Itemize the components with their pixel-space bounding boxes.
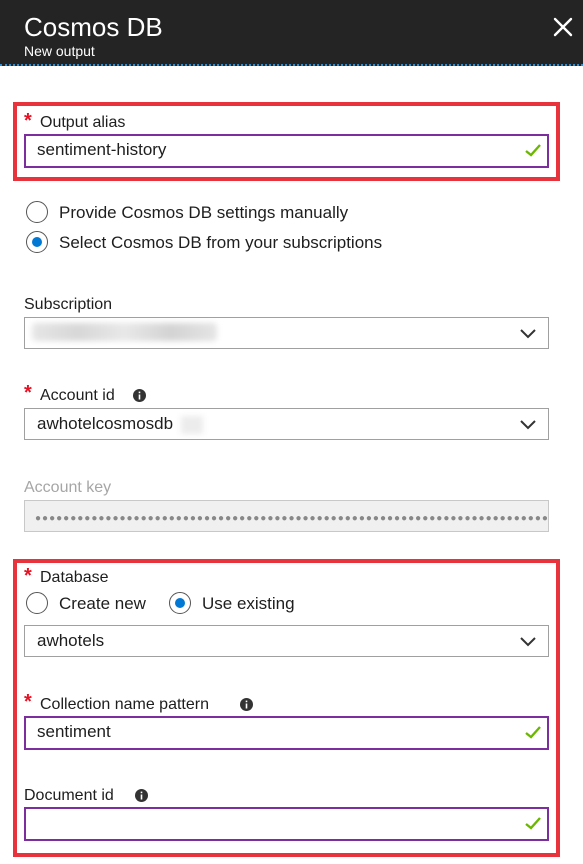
radio-select-from-subscriptions-label[interactable]: Select Cosmos DB from your subscriptions bbox=[59, 233, 382, 253]
required-marker: * bbox=[24, 382, 32, 404]
radio-use-existing-label[interactable]: Use existing bbox=[202, 594, 295, 614]
account-id-value: awhotelcosmosdb bbox=[37, 414, 174, 433]
account-key-value: ●●●●●●●●●●●●●●●●●●●●●●●●●●●●●●●●●●●●●●●●… bbox=[35, 513, 549, 524]
checkmark-icon bbox=[525, 817, 541, 830]
required-marker: * bbox=[24, 110, 32, 132]
output-alias-label: Output alias bbox=[40, 114, 126, 131]
collection-name-pattern-value: sentiment bbox=[37, 722, 111, 741]
chevron-down-icon bbox=[520, 329, 536, 339]
redacted-subscription bbox=[32, 323, 217, 341]
account-key-input: ●●●●●●●●●●●●●●●●●●●●●●●●●●●●●●●●●●●●●●●●… bbox=[24, 500, 549, 532]
chevron-down-icon bbox=[520, 420, 536, 430]
database-value: awhotels bbox=[37, 631, 105, 650]
required-marker: * bbox=[24, 691, 32, 713]
radio-provide-manually[interactable] bbox=[26, 201, 48, 223]
radio-provide-manually-label[interactable]: Provide Cosmos DB settings manually bbox=[59, 203, 348, 223]
chevron-down-icon bbox=[520, 637, 536, 647]
blade-subtitle: New output bbox=[24, 43, 95, 59]
header-divider bbox=[0, 64, 583, 66]
radio-create-new-label[interactable]: Create new bbox=[59, 594, 146, 614]
document-id-input[interactable] bbox=[24, 807, 549, 841]
checkmark-icon bbox=[525, 144, 541, 157]
output-alias-value: sentiment-history bbox=[37, 140, 167, 159]
radio-select-from-subscriptions[interactable] bbox=[26, 231, 48, 253]
database-dropdown[interactable]: awhotels bbox=[24, 625, 549, 657]
account-id-dropdown[interactable]: awhotelcosmosdb bbox=[24, 408, 549, 440]
close-icon[interactable] bbox=[552, 16, 574, 38]
collection-name-pattern-input[interactable]: sentiment bbox=[24, 716, 549, 750]
info-icon[interactable] bbox=[133, 389, 146, 402]
document-id-label: Document id bbox=[24, 787, 114, 804]
blade-title: Cosmos DB bbox=[24, 12, 163, 42]
checkmark-icon bbox=[525, 726, 541, 739]
database-label: Database bbox=[40, 569, 109, 586]
account-id-label: Account id bbox=[40, 387, 115, 404]
radio-create-new[interactable] bbox=[26, 592, 48, 614]
account-key-label: Account key bbox=[24, 479, 112, 496]
radio-use-existing[interactable] bbox=[169, 592, 191, 614]
required-marker: * bbox=[24, 565, 32, 587]
subscription-label: Subscription bbox=[24, 296, 113, 313]
info-icon[interactable] bbox=[135, 789, 148, 802]
output-alias-input[interactable]: sentiment-history bbox=[24, 134, 549, 168]
info-icon[interactable] bbox=[240, 698, 253, 711]
redacted-account-suffix bbox=[181, 416, 203, 434]
collection-name-pattern-label: Collection name pattern bbox=[40, 696, 209, 713]
